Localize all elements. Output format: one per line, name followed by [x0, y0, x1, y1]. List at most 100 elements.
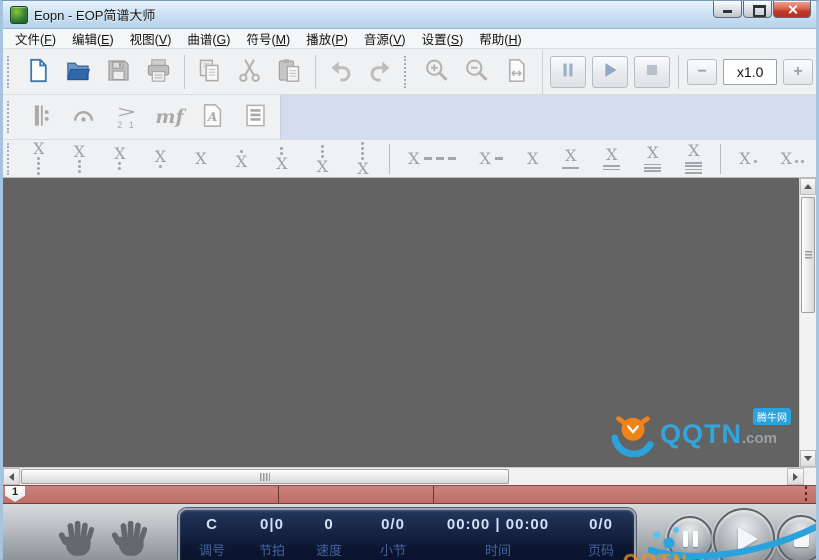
fingering-button[interactable]: >2 1 — [105, 97, 148, 137]
fit-width-button[interactable] — [496, 52, 536, 92]
octave-up-1-button[interactable]: X — [233, 149, 250, 169]
new-icon — [25, 57, 52, 87]
status-beat-label: 节拍 — [259, 540, 285, 559]
tempo-display: x1.0 — [723, 59, 777, 85]
open-button[interactable] — [59, 52, 99, 92]
right-hand-button[interactable] — [108, 517, 152, 559]
window-title: Eopn - EOP简谱大师 — [34, 5, 155, 24]
score-canvas[interactable]: QQTN.com 腾牛网 — [3, 178, 799, 467]
pause-icon — [680, 531, 700, 547]
pause-toolbar-button[interactable] — [550, 56, 586, 88]
save-icon — [105, 57, 132, 87]
minimize-button[interactable] — [713, 1, 742, 18]
horizontal-scrollbar[interactable] — [3, 467, 816, 485]
play-toolbar-button[interactable] — [592, 56, 628, 88]
zoom-out-button[interactable] — [456, 52, 496, 92]
menu-item-symbol[interactable]: 符号(M) — [238, 27, 298, 50]
print-button[interactable] — [139, 52, 179, 92]
status-tempo-label: 速度 — [316, 540, 342, 559]
horizontal-scroll-thumb[interactable] — [21, 469, 509, 484]
toolbar-edge — [542, 50, 543, 94]
dock-row: >2 1 mf A — [3, 95, 816, 140]
double-dotted-note-button[interactable]: X — [781, 149, 804, 168]
octave-down-1-button[interactable]: X — [152, 149, 169, 169]
thirty-second-note-button[interactable]: X — [644, 145, 661, 172]
save-button[interactable] — [99, 52, 139, 92]
vertical-scrollbar[interactable] — [799, 178, 816, 467]
octave-down-3-button[interactable]: X — [71, 144, 88, 174]
pause-transport-button[interactable] — [667, 516, 713, 560]
menu-item-file[interactable]: 文件(F) — [7, 27, 64, 50]
zoom-in-button[interactable] — [416, 52, 456, 92]
zoom-out-icon — [463, 57, 490, 87]
scroll-left-button[interactable] — [3, 468, 20, 485]
sixty-fourth-note-button[interactable]: X — [685, 143, 702, 174]
status-measure-value: 0/0 — [381, 516, 405, 533]
scroll-down-button[interactable] — [800, 450, 816, 467]
close-icon — [787, 4, 798, 15]
copy-button[interactable] — [190, 52, 230, 92]
stop-transport-button[interactable] — [777, 515, 816, 560]
new-button[interactable] — [19, 52, 59, 92]
measure-marker[interactable]: 1 — [5, 486, 25, 502]
menu-item-view[interactable]: 视图(V) — [122, 27, 180, 50]
arrow-right-icon — [793, 473, 798, 481]
menu-item-edit[interactable]: 编辑(E) — [64, 27, 122, 50]
score-format-icon — [242, 102, 269, 132]
score-format-button[interactable] — [234, 97, 277, 137]
tempo-increase-button[interactable]: + — [783, 59, 813, 85]
undo-button[interactable] — [321, 52, 361, 92]
maximize-button[interactable] — [743, 1, 772, 18]
timeline-ruler[interactable]: 1 — [3, 485, 816, 504]
arrow-left-icon — [9, 473, 14, 481]
scroll-right-button[interactable] — [787, 468, 804, 485]
title-bar[interactable]: Eopn - EOP简谱大师 — [3, 1, 816, 29]
octave-middle-button[interactable]: X — [193, 151, 210, 166]
play-transport-button[interactable] — [713, 508, 775, 560]
status-panel: C调号0|0节拍0速度0/0小节00:00 | 00:00时间0/0页码 — [178, 508, 636, 560]
toolbar-file: −x1.0+ — [3, 49, 816, 95]
eighth-note-button[interactable]: X — [562, 148, 579, 168]
close-button[interactable] — [773, 1, 811, 18]
fermata-button[interactable] — [62, 97, 105, 137]
toolbar-gripper[interactable] — [404, 56, 411, 88]
sixteenth-note-button[interactable]: X — [603, 147, 620, 171]
lyrics-button[interactable]: A — [191, 97, 234, 137]
dynamics-mf-button[interactable]: mf — [148, 97, 191, 137]
paste-button[interactable] — [270, 52, 310, 92]
dynamics-mf-icon: mf — [155, 106, 183, 128]
toolbar-gripper[interactable] — [7, 143, 14, 175]
maximize-icon — [753, 5, 766, 17]
toolbar-separator — [389, 144, 390, 174]
dotted-note-button[interactable]: X — [739, 149, 756, 168]
menu-item-play[interactable]: 播放(P) — [298, 27, 356, 50]
app-window: Eopn - EOP简谱大师 文件(F)编辑(E)视图(V)曲谱(G)符号(M)… — [0, 0, 819, 559]
status-page-value: 0/0 — [589, 516, 613, 533]
vertical-scroll-thumb[interactable] — [801, 197, 815, 313]
stop-icon — [641, 59, 663, 84]
scroll-up-button[interactable] — [800, 178, 816, 195]
menu-item-score[interactable]: 曲谱(G) — [179, 27, 238, 50]
octave-up-3-button[interactable]: X — [314, 144, 331, 174]
repeat-sign-button[interactable] — [19, 97, 62, 137]
octave-up-4-button[interactable]: X — [355, 141, 372, 176]
toolbar-gripper[interactable] — [7, 101, 14, 133]
redo-button[interactable] — [360, 52, 400, 92]
toolbar-gripper[interactable] — [7, 56, 14, 88]
octave-down-4-button[interactable]: X — [31, 141, 48, 176]
status-beat: 0|0节拍 — [244, 516, 300, 560]
tempo-decrease-button[interactable]: − — [687, 59, 717, 85]
octave-up-2-button[interactable]: X — [274, 146, 291, 171]
stop-toolbar-button[interactable] — [634, 56, 670, 88]
octave-down-2-button[interactable]: X — [112, 146, 129, 171]
menu-item-help[interactable]: 帮助(H) — [471, 27, 529, 50]
status-tempo-value: 0 — [324, 516, 333, 533]
cut-button[interactable] — [230, 52, 270, 92]
cut-icon — [236, 57, 263, 87]
left-hand-button[interactable] — [55, 517, 99, 559]
menu-item-sound-source[interactable]: 音源(V) — [356, 27, 414, 50]
whole-note-button[interactable]: X — [408, 149, 455, 168]
quarter-note-button[interactable]: X — [527, 149, 538, 168]
menu-item-settings[interactable]: 设置(S) — [414, 27, 472, 50]
half-note-button[interactable]: X — [480, 149, 503, 168]
